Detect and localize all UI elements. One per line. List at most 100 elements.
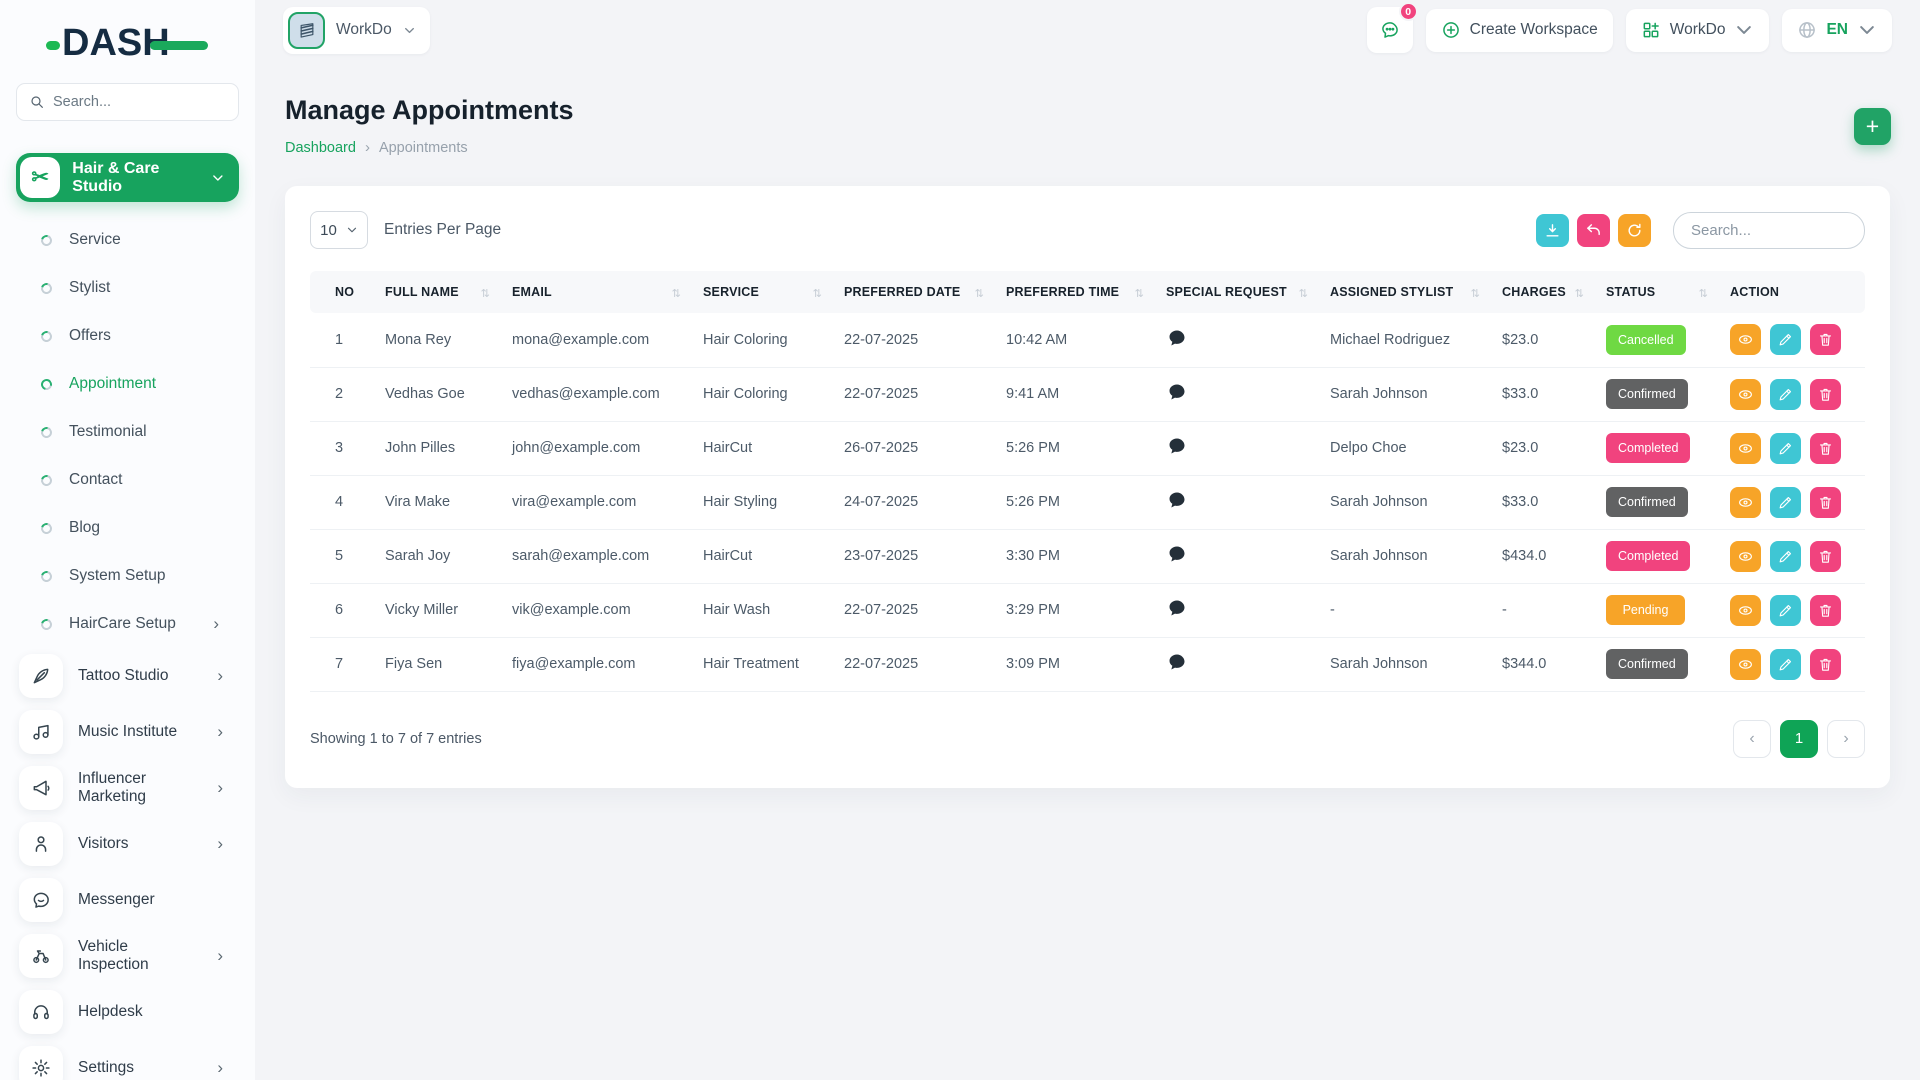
- column-header-assigned-stylist[interactable]: ASSIGNED STYLIST⇅: [1330, 271, 1502, 313]
- sort-icon[interactable]: ⇅: [1135, 287, 1144, 300]
- column-header-charges[interactable]: CHARGES⇅: [1502, 271, 1606, 313]
- special-request-button[interactable]: [1166, 490, 1188, 512]
- edit-button[interactable]: [1770, 324, 1801, 355]
- page-number-button[interactable]: 1: [1780, 720, 1818, 758]
- delete-button[interactable]: [1810, 324, 1841, 355]
- delete-button[interactable]: [1810, 379, 1841, 410]
- cell-action: [1730, 313, 1865, 367]
- sort-icon[interactable]: ⇅: [1471, 287, 1480, 300]
- edit-button[interactable]: [1770, 541, 1801, 572]
- sidebar-item-offers[interactable]: Offers: [0, 312, 255, 360]
- action-buttons: [1730, 595, 1859, 626]
- entries-per-page-select[interactable]: 10: [310, 211, 368, 249]
- special-request-button[interactable]: [1166, 598, 1188, 620]
- megaphone-icon: [19, 766, 63, 810]
- column-header-service[interactable]: SERVICE⇅: [703, 271, 844, 313]
- previous-page-button[interactable]: ‹: [1733, 720, 1771, 758]
- sort-icon[interactable]: ⇅: [481, 287, 490, 300]
- apps-dropdown-button[interactable]: WorkDo: [1626, 9, 1770, 52]
- special-request-button[interactable]: [1166, 436, 1188, 458]
- sidebar-item-music-institute[interactable]: Music Institute›: [0, 704, 255, 760]
- workspace-pill-hair-care-studio[interactable]: ✂ Hair & Care Studio: [16, 153, 239, 202]
- delete-button[interactable]: [1810, 595, 1841, 626]
- edit-button[interactable]: [1770, 487, 1801, 518]
- table-row: 3John Pillesjohn@example.comHairCut26-07…: [310, 421, 1865, 475]
- showing-entries-text: Showing 1 to 7 of 7 entries: [310, 731, 482, 747]
- chevron-right-icon: ›: [217, 946, 223, 966]
- edit-button[interactable]: [1770, 433, 1801, 464]
- table-search-input[interactable]: [1673, 212, 1865, 249]
- sidebar-search-input[interactable]: [53, 94, 226, 110]
- sidebar-item-settings[interactable]: Settings›: [0, 1040, 255, 1080]
- sidebar-item-testimonial[interactable]: Testimonial: [0, 408, 255, 456]
- workspace-selector[interactable]: WorkDo: [283, 7, 430, 54]
- cell-email: vik@example.com: [512, 583, 703, 637]
- export-download-button[interactable]: [1536, 214, 1569, 247]
- special-request-button[interactable]: [1166, 328, 1188, 350]
- column-header-preferred-time[interactable]: PREFERRED TIME⇅: [1006, 271, 1166, 313]
- sidebar-item-messenger[interactable]: Messenger: [0, 872, 255, 928]
- delete-button[interactable]: [1810, 649, 1841, 680]
- sidebar-item-helpdesk[interactable]: Helpdesk: [0, 984, 255, 1040]
- view-button[interactable]: [1730, 595, 1761, 626]
- messages-button[interactable]: 0: [1367, 7, 1413, 53]
- column-header-status[interactable]: STATUS⇅: [1606, 271, 1730, 313]
- view-button[interactable]: [1730, 649, 1761, 680]
- view-button[interactable]: [1730, 324, 1761, 355]
- sidebar-item-haircare-setup[interactable]: HairCare Setup›: [0, 600, 255, 648]
- language-dropdown-button[interactable]: EN: [1782, 9, 1892, 52]
- sidebar-item-tattoo-studio[interactable]: Tattoo Studio›: [0, 648, 255, 704]
- cell-email: vira@example.com: [512, 475, 703, 529]
- create-workspace-button[interactable]: Create Workspace: [1426, 9, 1613, 52]
- column-header-special-request[interactable]: SPECIAL REQUEST⇅: [1166, 271, 1330, 313]
- column-header-email[interactable]: EMAIL⇅: [512, 271, 703, 313]
- column-header-preferred-date[interactable]: PREFERRED DATE⇅: [844, 271, 1006, 313]
- sort-icon[interactable]: ⇅: [1575, 287, 1584, 300]
- sort-icon[interactable]: ⇅: [1699, 287, 1708, 300]
- next-page-button[interactable]: ›: [1827, 720, 1865, 758]
- refresh-button[interactable]: [1618, 214, 1651, 247]
- sort-icon[interactable]: ⇅: [1299, 287, 1308, 300]
- sidebar-item-influencer-marketing[interactable]: Influencer Marketing›: [0, 760, 255, 816]
- edit-button[interactable]: [1770, 595, 1801, 626]
- view-button[interactable]: [1730, 433, 1761, 464]
- edit-button[interactable]: [1770, 649, 1801, 680]
- special-request-button[interactable]: [1166, 544, 1188, 566]
- delete-button[interactable]: [1810, 487, 1841, 518]
- sort-icon[interactable]: ⇅: [975, 287, 984, 300]
- sidebar-item-visitors[interactable]: Visitors›: [0, 816, 255, 872]
- sidebar-item-blog[interactable]: Blog: [0, 504, 255, 552]
- sidebar-item-appointment[interactable]: Appointment: [0, 360, 255, 408]
- view-button[interactable]: [1730, 379, 1761, 410]
- column-header-full-name[interactable]: FULL NAME⇅: [385, 271, 512, 313]
- sidebar-item-label: Appointment: [69, 375, 156, 393]
- status-badge-pending: Pending: [1606, 595, 1685, 625]
- cell-preferred-time: 3:29 PM: [1006, 583, 1166, 637]
- breadcrumb-dashboard-link[interactable]: Dashboard: [285, 140, 356, 156]
- view-button[interactable]: [1730, 541, 1761, 572]
- cell-no: 1: [310, 313, 385, 367]
- reset-button[interactable]: [1577, 214, 1610, 247]
- sidebar-item-stylist[interactable]: Stylist: [0, 264, 255, 312]
- sidebar-search[interactable]: [16, 83, 239, 121]
- sidebar-item-system-setup[interactable]: System Setup: [0, 552, 255, 600]
- sidebar-item-contact[interactable]: Contact: [0, 456, 255, 504]
- delete-button[interactable]: [1810, 433, 1841, 464]
- breadcrumb-current: Appointments: [379, 140, 468, 156]
- column-header-label: ACTION: [1730, 285, 1779, 299]
- special-request-button[interactable]: [1166, 382, 1188, 404]
- sidebar-item-vehicle-inspection[interactable]: Vehicle Inspection›: [0, 928, 255, 984]
- edit-button[interactable]: [1770, 379, 1801, 410]
- add-appointment-button[interactable]: +: [1854, 108, 1891, 145]
- sort-icon[interactable]: ⇅: [813, 287, 822, 300]
- special-request-button[interactable]: [1166, 652, 1188, 674]
- sidebar-item-service[interactable]: Service: [0, 216, 255, 264]
- cell-charges: $23.0: [1502, 421, 1606, 475]
- sort-icon[interactable]: ⇅: [672, 287, 681, 300]
- pencil-icon: [1777, 440, 1794, 457]
- table-row: 2Vedhas Goevedhas@example.comHair Colori…: [310, 367, 1865, 421]
- view-button[interactable]: [1730, 487, 1761, 518]
- delete-button[interactable]: [1810, 541, 1841, 572]
- table-row: 5Sarah Joysarah@example.comHairCut23-07-…: [310, 529, 1865, 583]
- cell-email: sarah@example.com: [512, 529, 703, 583]
